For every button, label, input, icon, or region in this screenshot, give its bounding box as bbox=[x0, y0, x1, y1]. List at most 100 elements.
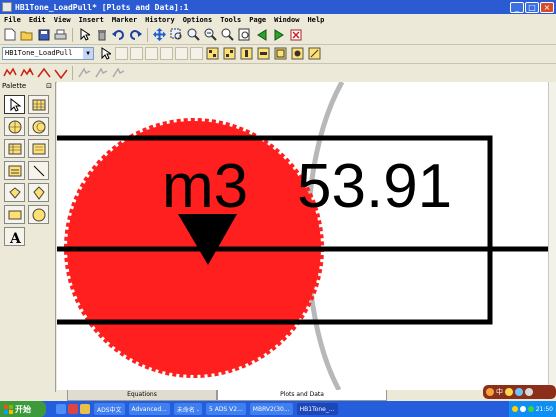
keyboard-icon[interactable] bbox=[525, 388, 533, 396]
disabled-tool-button[interactable] bbox=[175, 47, 188, 60]
taskbar-item[interactable]: MBRV2(30... bbox=[249, 403, 293, 415]
pin-icon[interactable]: ⊡ bbox=[46, 82, 52, 92]
plot-canvas[interactable]: m3 53.91 bbox=[57, 82, 548, 390]
disabled-tool-button[interactable] bbox=[145, 47, 158, 60]
menu-history[interactable]: History bbox=[145, 16, 175, 24]
moon-icon[interactable] bbox=[505, 388, 513, 396]
polyline-icon[interactable] bbox=[4, 183, 25, 202]
close-button[interactable]: × bbox=[540, 1, 554, 13]
rectangular-plot-icon[interactable] bbox=[28, 95, 49, 114]
new-icon[interactable] bbox=[2, 27, 17, 42]
text-icon[interactable]: A bbox=[4, 227, 25, 246]
rectangle-icon[interactable] bbox=[4, 205, 25, 224]
taskbar-item[interactable]: Advanced... bbox=[128, 403, 170, 415]
menu-bar: File Edit View Insert Marker History Opt… bbox=[0, 14, 556, 25]
minimize-button[interactable]: _ bbox=[510, 1, 524, 13]
stop-icon[interactable] bbox=[288, 27, 303, 42]
polygon-icon[interactable] bbox=[28, 183, 49, 202]
menu-file[interactable]: File bbox=[4, 16, 21, 24]
zoom-in-icon[interactable] bbox=[186, 27, 201, 42]
clock[interactable]: 21:50 bbox=[536, 406, 553, 413]
language-bar[interactable]: 中 bbox=[483, 385, 556, 399]
tray-icon[interactable] bbox=[519, 406, 526, 412]
punctuation-icon[interactable] bbox=[515, 388, 523, 396]
marker-disabled-icon[interactable] bbox=[111, 65, 126, 80]
align-icon[interactable] bbox=[290, 46, 305, 61]
plot-svg[interactable]: m3 53.91 bbox=[57, 82, 548, 390]
svg-text:A: A bbox=[9, 231, 22, 244]
tab-equations[interactable]: Equations bbox=[67, 390, 217, 401]
menu-tools[interactable]: Tools bbox=[220, 16, 241, 24]
zoom-fit-icon[interactable] bbox=[220, 27, 235, 42]
marker-valley-icon[interactable] bbox=[53, 65, 68, 80]
undo-icon[interactable] bbox=[111, 27, 126, 42]
forward-icon[interactable] bbox=[271, 27, 286, 42]
menu-page[interactable]: Page bbox=[249, 16, 266, 24]
smith-chart-icon[interactable] bbox=[28, 117, 49, 136]
menu-insert[interactable]: Insert bbox=[79, 16, 104, 24]
delete-icon[interactable] bbox=[94, 27, 109, 42]
align-icon[interactable] bbox=[273, 46, 288, 61]
align-icon[interactable] bbox=[256, 46, 271, 61]
toolbar-separator bbox=[147, 27, 148, 42]
align-icon[interactable] bbox=[239, 46, 254, 61]
disabled-tool-button[interactable] bbox=[160, 47, 173, 60]
taskbar-item[interactable]: ADS中文 bbox=[94, 403, 125, 415]
zoom-area-icon[interactable] bbox=[169, 27, 184, 42]
title-bar: HB1Tone_LoadPull* [Plots and Data]:1 _ □… bbox=[0, 0, 556, 14]
open-icon[interactable] bbox=[19, 27, 34, 42]
align-icon[interactable] bbox=[205, 46, 220, 61]
taskbar-item[interactable]: 未命名 - bbox=[173, 403, 202, 415]
language-label: 中 bbox=[496, 388, 503, 396]
window-controls: _ □ × bbox=[510, 1, 556, 13]
maximize-button[interactable]: □ bbox=[525, 1, 539, 13]
menu-edit[interactable]: Edit bbox=[29, 16, 46, 24]
circle-icon[interactable] bbox=[28, 205, 49, 224]
list-icon[interactable] bbox=[4, 139, 25, 158]
menu-help[interactable]: Help bbox=[307, 16, 324, 24]
marker-disabled-icon[interactable] bbox=[94, 65, 109, 80]
tray-icon[interactable] bbox=[527, 406, 534, 412]
save-icon[interactable] bbox=[36, 27, 51, 42]
folder-icon[interactable] bbox=[80, 404, 90, 414]
marker-new-icon[interactable] bbox=[2, 65, 17, 80]
menu-marker[interactable]: Marker bbox=[112, 16, 137, 24]
marker-delta-icon[interactable] bbox=[19, 65, 34, 80]
align-icon[interactable] bbox=[307, 46, 322, 61]
taskbar-item-active[interactable]: HB1Tone_... bbox=[296, 403, 338, 415]
marker-disabled-icon[interactable] bbox=[77, 65, 92, 80]
start-button[interactable]: 开始 bbox=[0, 401, 46, 417]
print-icon[interactable] bbox=[53, 27, 68, 42]
ie-icon[interactable] bbox=[56, 404, 66, 414]
toolbar-separator bbox=[72, 65, 73, 80]
polar-plot-icon[interactable] bbox=[4, 117, 25, 136]
menu-window[interactable]: Window bbox=[274, 16, 299, 24]
redo-icon[interactable] bbox=[128, 27, 143, 42]
chevron-down-icon[interactable]: ▼ bbox=[83, 48, 93, 59]
ime-icon[interactable] bbox=[486, 388, 494, 396]
zoom-page-icon[interactable] bbox=[237, 27, 252, 42]
pointer-icon[interactable] bbox=[98, 46, 113, 61]
back-icon[interactable] bbox=[254, 27, 269, 42]
disabled-tool-button[interactable] bbox=[130, 47, 143, 60]
design-combo[interactable]: HB1Tone_LoadPull ▼ bbox=[2, 47, 94, 60]
tab-plots-and-data[interactable]: Plots and Data bbox=[217, 390, 387, 401]
move-icon[interactable] bbox=[152, 27, 167, 42]
media-icon[interactable] bbox=[68, 404, 78, 414]
zoom-out-icon[interactable] bbox=[203, 27, 218, 42]
disabled-tool-button[interactable] bbox=[190, 47, 203, 60]
tray-icon[interactable] bbox=[511, 406, 518, 412]
vertical-scrollbar[interactable] bbox=[548, 82, 556, 390]
pointer-icon[interactable] bbox=[77, 27, 92, 42]
menu-view[interactable]: View bbox=[54, 16, 71, 24]
pointer-icon[interactable] bbox=[4, 95, 25, 114]
disabled-tool-button[interactable] bbox=[115, 47, 128, 60]
app-icon[interactable] bbox=[2, 2, 12, 12]
align-icon[interactable] bbox=[222, 46, 237, 61]
data-table-icon[interactable] bbox=[28, 139, 49, 158]
line-icon[interactable] bbox=[28, 161, 49, 180]
marker-peak-icon[interactable] bbox=[36, 65, 51, 80]
equation-icon[interactable] bbox=[4, 161, 25, 180]
taskbar-item[interactable]: 5 ADS V2... bbox=[205, 403, 246, 415]
menu-options[interactable]: Options bbox=[183, 16, 213, 24]
